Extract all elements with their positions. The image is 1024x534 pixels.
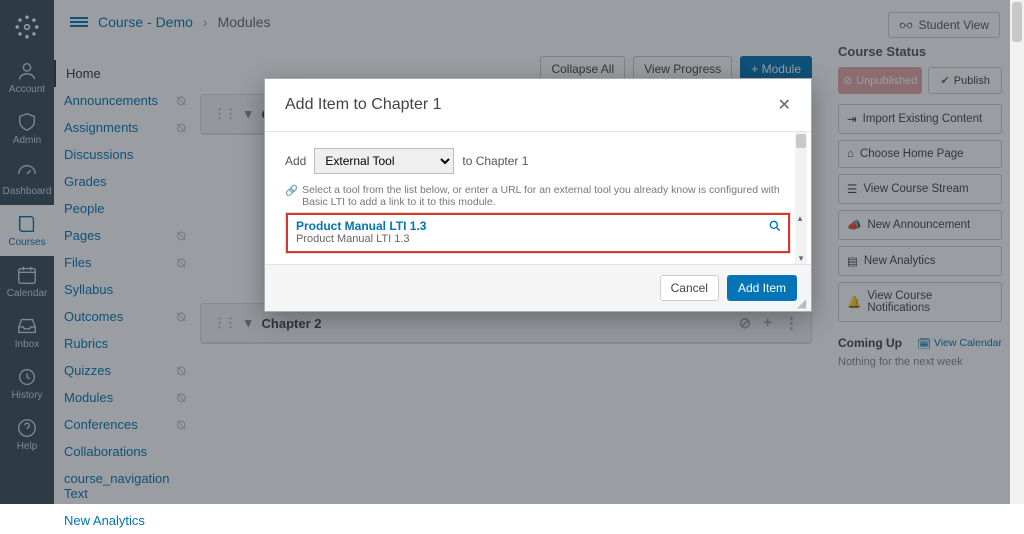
link-icon: 🔗 [285, 184, 298, 197]
add-item-button[interactable]: Add Item [727, 275, 797, 301]
resize-handle-icon[interactable]: ◢ [797, 297, 809, 309]
scroll-down-icon[interactable]: ▾ [796, 253, 806, 263]
tool-name: Product Manual LTI 1.3 [296, 219, 780, 233]
page-scrollbar[interactable] [1010, 0, 1024, 504]
search-icon[interactable] [768, 219, 782, 233]
tool-item-product-manual[interactable]: Product Manual LTI 1.3 Product Manual LT… [286, 213, 790, 253]
tool-hint: 🔗 Select a tool from the list below, or … [285, 184, 791, 208]
cancel-button[interactable]: Cancel [660, 275, 719, 301]
modal-title: Add Item to Chapter 1 [285, 96, 442, 114]
modal-header: Add Item to Chapter 1 ✕ [265, 79, 811, 132]
add-item-modal: Add Item to Chapter 1 ✕ ▴ ▾ Add External… [264, 78, 812, 312]
item-type-select[interactable]: External Tool [314, 148, 454, 174]
list-scroll-up-icon[interactable]: ▴ [794, 213, 806, 224]
coursenav-analytics[interactable]: New Analytics [54, 507, 194, 534]
tool-description: Product Manual LTI 1.3 [296, 233, 780, 245]
modal-body: ▴ ▾ Add External Tool to Chapter 1 🔗 Sel… [265, 132, 811, 264]
modal-scrollbar[interactable]: ▴ ▾ [795, 132, 807, 264]
to-chapter-text: to Chapter 1 [462, 154, 528, 168]
close-icon[interactable]: ✕ [778, 95, 791, 115]
add-label: Add [285, 154, 306, 168]
page-scroll-thumb[interactable] [1012, 2, 1022, 42]
scroll-thumb[interactable] [796, 134, 806, 148]
modal-footer: Cancel Add Item ◢ [265, 264, 811, 311]
external-tool-list: Product Manual LTI 1.3 Product Manual LT… [285, 212, 791, 254]
